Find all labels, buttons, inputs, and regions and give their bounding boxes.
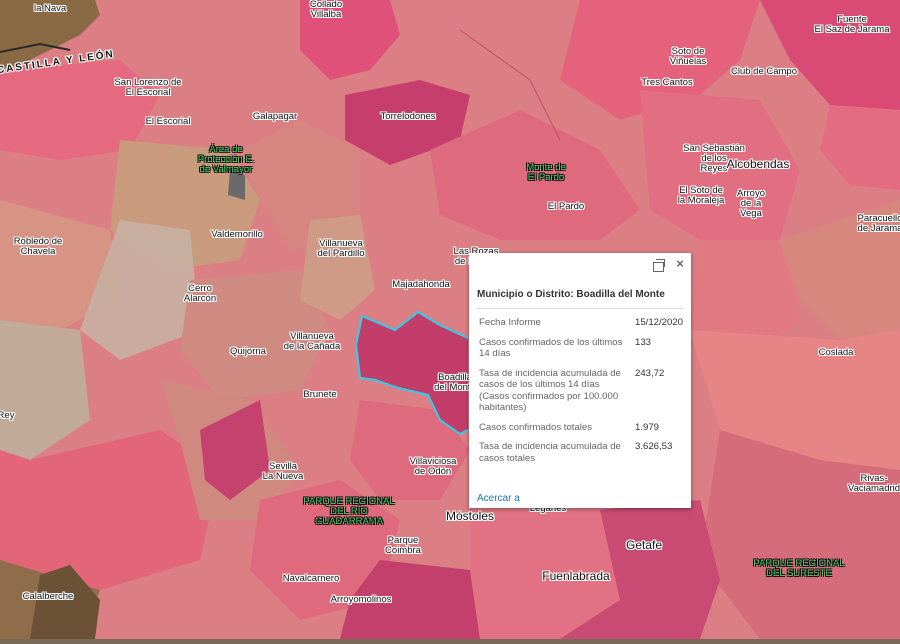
place-label: Valdemorillo xyxy=(211,229,263,240)
attribute-value: 3.626,53 xyxy=(634,441,673,452)
place-label: Parque Coimbra xyxy=(385,535,421,556)
place-label: San Lorenzo de El Escorial xyxy=(114,77,182,98)
place-label: Getafe xyxy=(625,538,663,552)
place-label: Collado Villalba xyxy=(309,0,343,20)
place-label: Arroyomolinos xyxy=(330,594,392,605)
place-label: Monte de El Pardo xyxy=(526,162,566,183)
place-label: Villanueva de la Cañada xyxy=(283,331,341,352)
place-label: Alcobendas xyxy=(726,157,790,171)
maximize-icon[interactable] xyxy=(653,259,665,272)
attribute-value: 243,72 xyxy=(634,367,665,379)
popup-attributes-table: Fecha Informe 15/12/2020 Casos confirmados… xyxy=(477,313,683,468)
place-label: Majadahonda xyxy=(392,279,450,290)
place-label: El Escorial xyxy=(145,116,191,127)
popup-attribute-row: Tasa de incidencia acumulada de casos de… xyxy=(477,364,683,418)
popup-attribute-row: Tasa de incidencia acumulada de casos to… xyxy=(477,437,683,468)
place-label: El Pardo xyxy=(547,201,585,212)
attribute-name: Casos confirmados de los últimos 14 días xyxy=(479,336,623,360)
place-label: Galapagar xyxy=(252,111,298,122)
place-label: Rey xyxy=(0,410,15,421)
place-label: PARQUE REGIONAL DEL SURESTE xyxy=(753,558,845,579)
place-label: Soto de Viñuelas xyxy=(669,46,707,67)
place-label: Torrelodones xyxy=(380,111,436,122)
place-label: Fuente El Saz de Jarama xyxy=(814,14,890,35)
popup-attribute-row: Fecha Informe 15/12/2020 xyxy=(477,313,683,333)
attribute-name: Tasa de incidencia acumulada de casos to… xyxy=(479,441,621,464)
place-label: Paracuello de Jarama xyxy=(857,213,900,234)
place-label: Villanueva del Pardillo xyxy=(317,238,365,259)
attribute-value: 15/12/2020 xyxy=(634,317,683,328)
place-label: El Soto de la Moraleja xyxy=(677,185,725,206)
place-label: Club de Campo xyxy=(730,66,798,77)
place-label: Rivas- Vaciamadrid xyxy=(847,473,900,494)
place-label: Coslada xyxy=(818,347,854,358)
place-label: Robledo de Chavela xyxy=(13,236,63,257)
map-view[interactable]: la Nava Collado Villalba Fuente El Saz de … xyxy=(0,0,900,639)
place-label: Calalberche xyxy=(22,591,74,602)
place-label: Brunete xyxy=(303,389,337,400)
popup-attribute-row: Casos confirmados de los últimos 14 días… xyxy=(477,333,683,364)
popup-header-bar: × xyxy=(469,253,691,279)
place-label: Tres Cantos xyxy=(641,77,693,88)
place-label: Móstoles xyxy=(445,509,495,523)
zoom-to-link[interactable]: Acercar a xyxy=(477,493,520,504)
popup-title: Municipio o Distrito: Boadilla del Monte xyxy=(477,289,683,309)
attribute-value: 133 xyxy=(634,336,651,348)
attribute-name: Fecha Informe xyxy=(479,317,541,328)
feature-popup[interactable]: × Municipio o Distrito: Boadilla del Mon… xyxy=(469,253,691,508)
popup-attribute-row: Casos confirmados totales 1.979 xyxy=(477,418,683,438)
attribute-name: Casos confirmados totales xyxy=(479,421,593,433)
place-label: Área de Protección E. de Valmayor xyxy=(197,144,255,175)
attribute-name: Tasa de incidencia acumulada de casos de… xyxy=(479,367,621,414)
place-label: Fuenlabrada xyxy=(542,569,610,583)
place-label: Quijorna xyxy=(230,346,266,357)
place-label: Villaviciosa de Odón xyxy=(409,456,457,477)
place-label: Sevilla La Nueva xyxy=(262,461,304,482)
attribute-value: 1.979 xyxy=(634,421,659,433)
place-label: Cerro Alarcón xyxy=(183,283,217,304)
place-label: PARQUE REGIONAL DEL RÍO GUADARRAMA xyxy=(303,496,395,527)
close-icon[interactable]: × xyxy=(674,257,686,270)
place-label: la Nava xyxy=(34,3,67,14)
place-label: Navalcarnero xyxy=(282,573,340,584)
place-label: Arroyo de la Vega xyxy=(737,188,765,219)
